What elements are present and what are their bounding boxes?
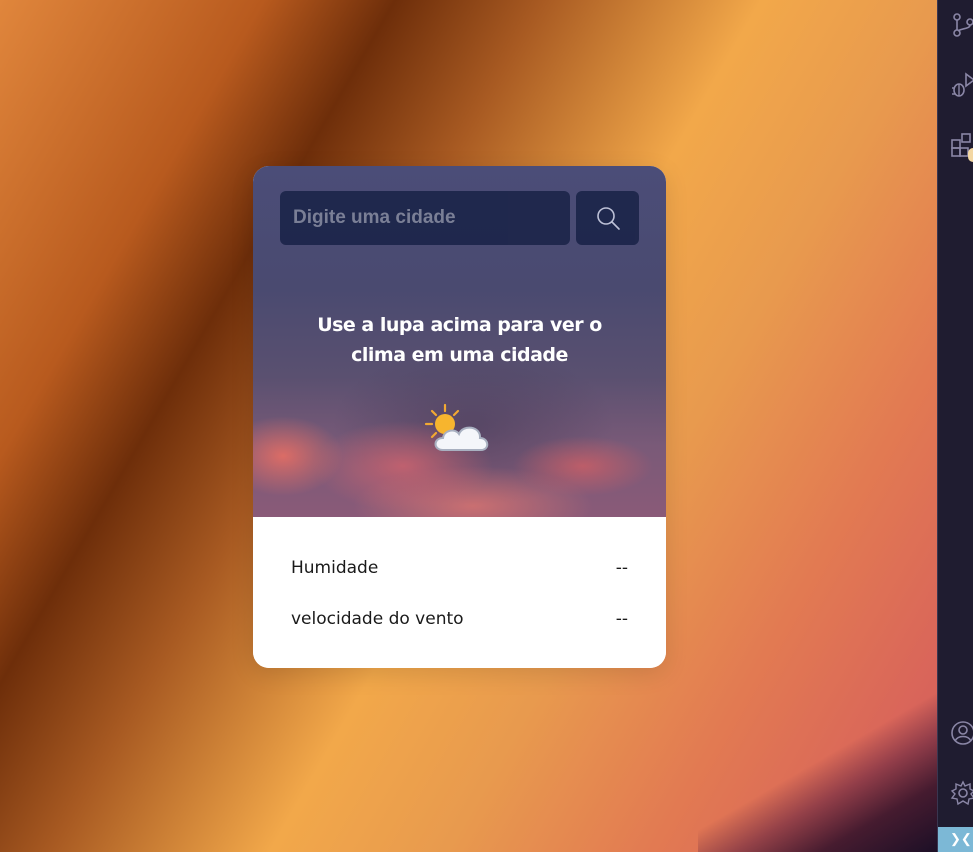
remote-status-button[interactable]: ❯❮ xyxy=(938,827,973,852)
notification-badge xyxy=(968,148,973,162)
settings-icon[interactable] xyxy=(950,780,973,806)
partly-sunny-icon xyxy=(424,403,489,451)
remote-icon: ❯❮ xyxy=(950,831,972,846)
city-search-input[interactable] xyxy=(280,191,570,245)
humidity-value: -- xyxy=(615,558,628,578)
weather-message: Use a lupa acima para ver o clima em uma… xyxy=(317,314,602,366)
wind-speed-row: velocidade do vento -- xyxy=(291,609,628,633)
account-icon[interactable] xyxy=(950,720,973,746)
wind-speed-value: -- xyxy=(615,609,628,629)
search-icon xyxy=(596,207,620,230)
weather-card-header: Use a lupa acima para ver o clima em uma… xyxy=(253,166,666,517)
humidity-label: Humidade xyxy=(291,558,379,578)
source-control-icon[interactable] xyxy=(950,12,973,38)
weather-card: Use a lupa acima para ver o clima em uma… xyxy=(253,166,666,668)
run-debug-icon[interactable] xyxy=(950,72,973,98)
wind-speed-label: velocidade do vento xyxy=(291,609,464,629)
humidity-row: Humidade -- xyxy=(291,558,628,582)
weather-details: Humidade -- velocidade do vento -- xyxy=(253,517,666,668)
background-corner-shade xyxy=(698,682,938,852)
search-button[interactable] xyxy=(576,191,639,245)
editor-activity-bar: ❯❮ xyxy=(937,0,973,852)
